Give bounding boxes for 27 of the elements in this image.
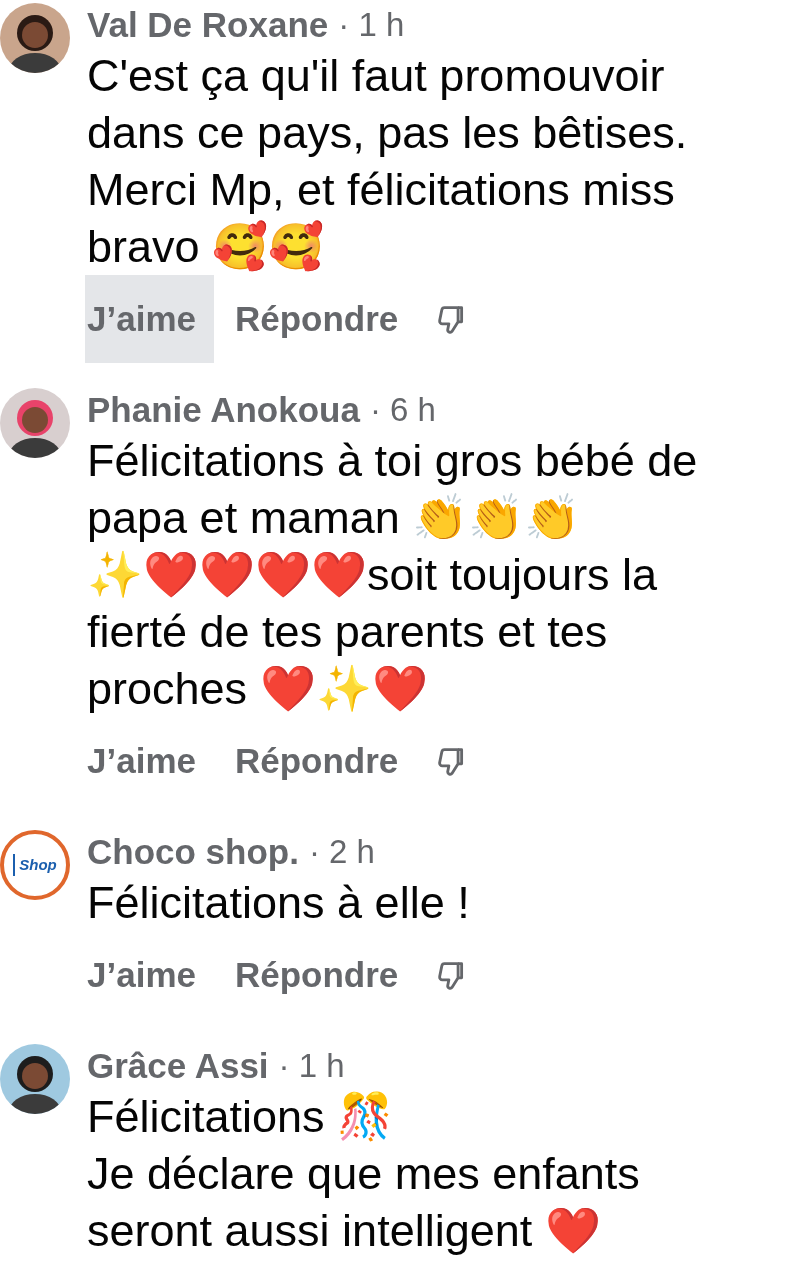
reply-button[interactable]: Répondre	[234, 292, 399, 346]
comment-text: ✨❤❤❤❤soit toujours la	[87, 548, 659, 602]
author-name[interactable]: Phanie Anokoua	[87, 388, 360, 432]
comment-text: C'est ça qu'il faut promouvoir	[87, 49, 666, 103]
author-name[interactable]: Grâce Assi	[87, 1044, 269, 1088]
comment-text: Félicitations 🎊	[87, 1090, 395, 1144]
comment-time: · 2 h	[308, 832, 375, 872]
comment-text: fierté de tes parents et tes	[87, 605, 609, 659]
comment-text: Je déclare que mes enfants	[87, 1147, 640, 1201]
comment-text: dans ce pays, pas les bêtises.	[87, 106, 688, 160]
comment-text: Merci Mp, et félicitations miss	[87, 163, 676, 217]
comment-text: papa et maman 👏👏👏	[87, 491, 582, 545]
comment-text: proches ❤✨❤	[87, 662, 429, 716]
logo-text: Shop	[13, 853, 57, 877]
comment-text: seront aussi intelligent ❤	[87, 1204, 602, 1258]
reply-button[interactable]: Répondre	[234, 948, 399, 1002]
comment-text: Félicitations à toi gros bébé de	[87, 434, 698, 488]
reply-button[interactable]: Répondre	[234, 734, 399, 788]
author-name[interactable]: Val De Roxane	[87, 3, 329, 47]
author-name[interactable]: Choco shop.	[87, 830, 299, 874]
comment-text: Félicitations à elle !	[87, 876, 470, 930]
comment-time: · 6 h	[369, 390, 436, 430]
shop-logo-avatar[interactable]: Shop	[0, 830, 70, 900]
comment-text: bravo 🥰🥰	[87, 219, 326, 274]
comment-time: · 1 h	[278, 1046, 345, 1086]
comment-time: · 1 h	[338, 5, 405, 45]
like-button[interactable]: J’aime	[85, 275, 214, 363]
